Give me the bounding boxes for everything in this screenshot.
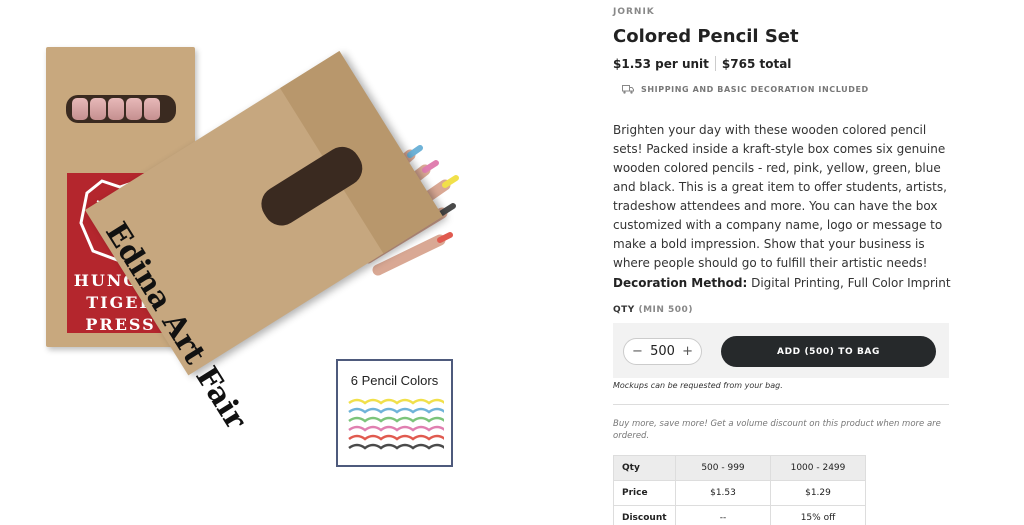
price-row: $1.53 per unit $765 total	[613, 56, 791, 71]
divider	[613, 404, 949, 405]
total-price: $765 total	[721, 56, 792, 71]
table-row: Price $1.53 $1.29	[613, 480, 866, 506]
unit-price: $1.53 per unit	[613, 56, 709, 71]
increment-button[interactable]: +	[682, 344, 693, 359]
qty-label-text: QTY	[613, 305, 635, 315]
table-row: Discount -- 15% off	[613, 505, 866, 525]
table-cell: --	[675, 505, 771, 525]
table-header-cell: Qty	[613, 455, 676, 481]
quantity-stepper: − 500 +	[623, 338, 702, 365]
color-wave-line	[348, 434, 444, 441]
product-description: Brighten your day with these wooden colo…	[613, 123, 947, 270]
shipping-text: SHIPPING AND BASIC DECORATION INCLUDED	[641, 85, 869, 94]
pencil-colors-card: 6 Pencil Colors	[336, 359, 453, 467]
qty-min: (MIN 500)	[638, 305, 693, 315]
add-to-bag-panel: − 500 + ADD (500) TO BAG	[613, 323, 949, 378]
product-image: HUNGRY TIGER PRESS Edina Art Fair 6 Penc…	[0, 0, 560, 525]
product-title: Colored Pencil Set	[613, 26, 799, 47]
table-cell: $1.53	[675, 480, 771, 506]
table-row-label: Discount	[613, 505, 676, 525]
table-cell: $1.29	[770, 480, 866, 506]
decoration-value: Digital Printing, Full Color Imprint	[747, 276, 951, 290]
quantity-value[interactable]: 500	[650, 344, 675, 359]
color-waves-icon	[348, 398, 444, 450]
decoration-method: Decoration Method: Digital Printing, Ful…	[613, 276, 951, 290]
table-cell: 15% off	[770, 505, 866, 525]
mockup-note: Mockups can be requested from your bag.	[613, 381, 783, 390]
table-header-row: Qty 500 - 999 1000 - 2499	[613, 455, 866, 481]
box-window	[66, 95, 176, 123]
shipping-note: SHIPPING AND BASIC DECORATION INCLUDED	[622, 85, 869, 94]
color-wave-line	[348, 416, 444, 423]
color-wave-line	[348, 407, 444, 414]
table-row-label: Price	[613, 480, 676, 506]
brand-name[interactable]: JORNIK	[613, 7, 655, 17]
truck-icon	[622, 85, 634, 94]
volume-discount-note: Buy more, save more! Get a volume discou…	[613, 419, 941, 441]
volume-price-table: Qty 500 - 999 1000 - 2499 Price $1.53 $1…	[613, 455, 866, 525]
decrement-button[interactable]: −	[632, 344, 643, 359]
table-header-cell: 500 - 999	[675, 455, 771, 481]
color-wave-line	[348, 425, 444, 432]
color-wave-line	[348, 443, 444, 450]
decoration-label: Decoration Method:	[613, 276, 748, 290]
price-divider	[714, 56, 716, 71]
qty-label: QTY (MIN 500)	[613, 305, 693, 315]
colors-card-title: 6 Pencil Colors	[350, 373, 439, 388]
table-header-cell: 1000 - 2499	[770, 455, 866, 481]
add-to-bag-button[interactable]: ADD (500) TO BAG	[721, 336, 936, 367]
color-wave-line	[348, 398, 444, 405]
